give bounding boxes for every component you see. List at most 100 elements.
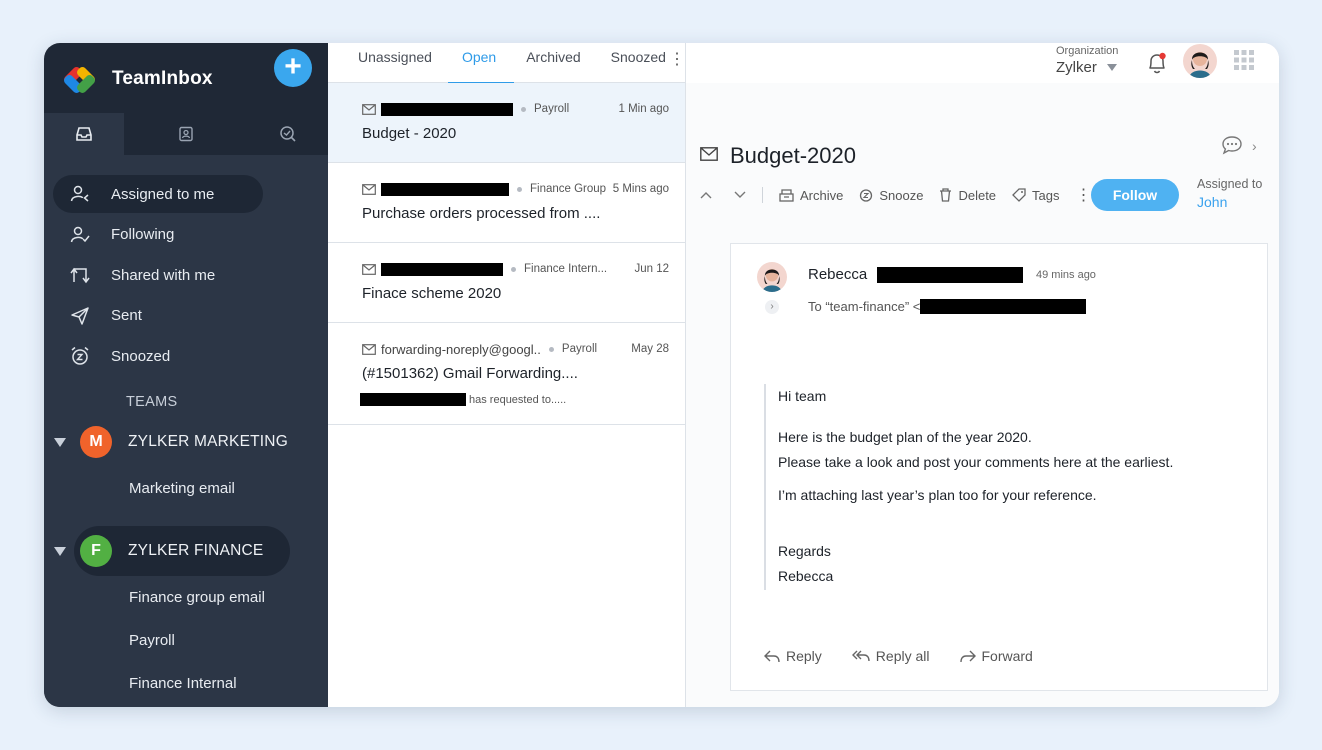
forward-icon	[959, 650, 976, 662]
archive-button[interactable]: Archive	[779, 188, 843, 203]
mail-subject: (#1501362) Gmail Forwarding....	[362, 365, 578, 382]
redacted-sender	[381, 262, 503, 276]
dropdown-caret-icon	[1106, 64, 1117, 71]
user-avatar[interactable]	[1183, 44, 1217, 78]
organization-label: Organization	[1056, 45, 1119, 57]
assignee-link[interactable]: John	[1197, 194, 1262, 210]
reply-icon	[764, 650, 780, 662]
search-check-icon	[280, 126, 296, 142]
paper-plane-icon	[69, 306, 91, 325]
delete-button[interactable]: Delete	[939, 188, 996, 203]
list-item[interactable]: Payroll 1 Min ago Budget - 2020	[328, 83, 685, 163]
collapse-caret-icon[interactable]	[54, 437, 66, 447]
mail-detail-pane: Organization Zylker › Budget-2020 Archiv…	[686, 43, 1279, 707]
mail-time: 5 Mins ago	[612, 183, 669, 195]
list-item[interactable]: forwarding-noreply@googl.. Payroll May 2…	[328, 323, 685, 425]
mail-subject: Purchase orders processed from ....	[362, 205, 601, 222]
team-inbox-marketing-email[interactable]: Marketing email	[129, 480, 235, 497]
assigned-to: Assigned to John	[1197, 177, 1263, 210]
tab-unassigned[interactable]: Unassigned	[358, 43, 432, 83]
forward-button[interactable]: Forward	[959, 648, 1033, 664]
trash-icon	[940, 188, 952, 202]
envelope-icon	[362, 263, 376, 275]
nav-snoozed[interactable]: Snoozed	[53, 337, 323, 375]
organization-select[interactable]: Zylker	[1056, 59, 1117, 76]
chevron-right-icon[interactable]: ›	[1252, 138, 1257, 154]
tab-snoozed[interactable]: Snoozed	[611, 43, 666, 83]
comments-icon[interactable]	[1221, 135, 1243, 160]
archive-icon	[779, 189, 794, 202]
team-inbox-finance-internal[interactable]: Finance Internal	[129, 675, 237, 692]
nav-following[interactable]: Following	[53, 216, 323, 254]
team-avatar: F	[80, 535, 112, 567]
reports-tab[interactable]	[248, 113, 328, 155]
inbox-icon	[76, 127, 92, 141]
nav-sent[interactable]: Sent	[53, 297, 323, 335]
status-tabs: Unassigned Open Archived Snoozed ⋮	[328, 43, 702, 84]
snooze-clock-icon	[69, 346, 91, 366]
collapse-caret-icon[interactable]	[54, 546, 66, 556]
mail-subject: Finace scheme 2020	[362, 285, 502, 302]
tags-button[interactable]: Tags	[1012, 188, 1060, 203]
compose-button[interactable]: +	[274, 49, 312, 87]
mail-from: forwarding-noreply@googl..	[381, 341, 541, 357]
mail-list-panel: Unassigned Open Archived Snoozed ⋮ Payro…	[328, 43, 702, 707]
sidebar: TeamInbox + Assigned to me Following Sha…	[44, 43, 328, 707]
nav-shared-with-me[interactable]: Shared with me	[53, 256, 323, 294]
snooze-icon	[860, 189, 873, 202]
more-actions-icon[interactable]: ⋮	[1076, 185, 1092, 205]
reply-actions: Reply Reply all Forward	[764, 648, 1063, 664]
recipient-line: To “team-finance” <	[808, 299, 921, 314]
tag-icon	[1012, 188, 1026, 202]
mail-time-ago: 49 mins ago	[1036, 269, 1096, 281]
mail-snippet: has requested to.....	[469, 393, 567, 406]
mail-group: Payroll	[561, 343, 598, 355]
team-inbox-payroll[interactable]: Payroll	[129, 632, 175, 649]
snooze-button[interactable]: Snooze	[859, 188, 923, 203]
apps-grid-icon[interactable]	[1234, 50, 1254, 75]
expand-recipients-icon[interactable]: ›	[765, 300, 779, 314]
mail-card: Rebecca 49 mins ago › To “team-finance” …	[730, 243, 1268, 691]
team-inbox-finance-group-email[interactable]: Finance group email	[129, 589, 265, 606]
mail-body: Hi team Here is the budget plan of the y…	[764, 384, 1224, 590]
sender-avatar	[757, 262, 787, 292]
more-tabs-icon[interactable]: ⋮	[669, 49, 685, 69]
envelope-icon	[362, 343, 376, 355]
team-zylker-marketing[interactable]: M ZYLKER MARKETING	[44, 420, 328, 464]
envelope-icon	[700, 146, 718, 166]
sidebar-tabs	[44, 113, 328, 155]
next-mail-button[interactable]	[734, 191, 752, 199]
redacted-requester	[360, 393, 466, 406]
mail-subject: Budget - 2020	[362, 125, 457, 142]
brand: TeamInbox	[62, 55, 213, 103]
previous-mail-button[interactable]	[700, 191, 718, 199]
list-item[interactable]: Finance Group 5 Mins ago Purchase orders…	[328, 163, 685, 243]
teaminbox-logo	[62, 62, 98, 96]
envelope-icon	[362, 183, 376, 195]
sidebar-nav: Assigned to me Following Shared with me …	[53, 175, 323, 378]
team-zylker-finance[interactable]: F ZYLKER FINANCE	[44, 526, 328, 576]
teams-heading: TEAMS	[126, 394, 178, 410]
reply-all-button[interactable]: Reply all	[851, 648, 930, 664]
nav-assigned-to-me[interactable]: Assigned to me	[53, 175, 263, 213]
mail-group: Finance Group	[530, 183, 607, 195]
redacted-sender	[381, 102, 513, 116]
mail-title: Budget-2020	[730, 143, 856, 168]
inbox-tab[interactable]	[44, 113, 124, 155]
mail-time: 1 Min ago	[618, 103, 669, 115]
team-avatar: M	[80, 426, 112, 458]
mail-actions-toolbar: Archive Snooze Delete Tags ⋮	[700, 183, 1108, 207]
reply-button[interactable]: Reply	[764, 648, 822, 664]
redacted-sender-email	[877, 266, 1024, 283]
mail-group: Finance Intern...	[524, 263, 608, 275]
tab-open[interactable]: Open	[447, 43, 515, 84]
contacts-tab[interactable]	[124, 113, 248, 155]
following-user-icon	[69, 226, 91, 244]
follow-button[interactable]: Follow	[1091, 179, 1179, 211]
contacts-icon	[179, 126, 193, 142]
envelope-icon	[362, 103, 376, 115]
list-item[interactable]: Finance Intern... Jun 12 Finace scheme 2…	[328, 243, 685, 323]
notification-bell-icon[interactable]	[1146, 51, 1168, 80]
app-name: TeamInbox	[112, 68, 213, 89]
tab-archived[interactable]: Archived	[526, 43, 580, 83]
